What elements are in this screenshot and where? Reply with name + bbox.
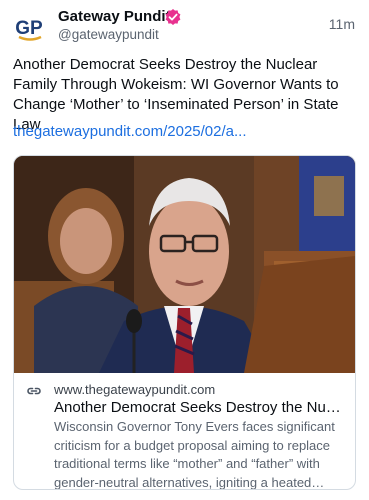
- link-preview-card[interactable]: www.thegatewaypundit.com Another Democra…: [13, 155, 356, 490]
- card-image[interactable]: [14, 156, 355, 373]
- verified-badge-icon: [165, 9, 181, 25]
- avatar-text: GP: [15, 18, 43, 39]
- avatar[interactable]: GP: [10, 9, 50, 49]
- card-title: Another Democrat Seeks Destroy the Nucle…: [54, 399, 346, 416]
- post-link[interactable]: thegatewaypundit.com/2025/02/a...: [13, 123, 247, 140]
- author-handle[interactable]: @gatewaypundit: [58, 27, 159, 42]
- link-icon: [27, 387, 41, 395]
- card-meta[interactable]: www.thegatewaypundit.com Another Democra…: [14, 373, 355, 490]
- governor-photo-icon: [14, 156, 355, 373]
- card-description: Wisconsin Governor Tony Evers faces sign…: [54, 419, 335, 490]
- gateway-pundit-logo-icon: GP: [10, 9, 50, 49]
- post: GP Gateway Pundit @gatewaypundit 11m Ano…: [0, 0, 369, 500]
- post-timestamp[interactable]: 11m: [329, 16, 355, 32]
- card-domain: www.thegatewaypundit.com: [54, 382, 216, 397]
- author-name[interactable]: Gateway Pundit: [58, 8, 171, 25]
